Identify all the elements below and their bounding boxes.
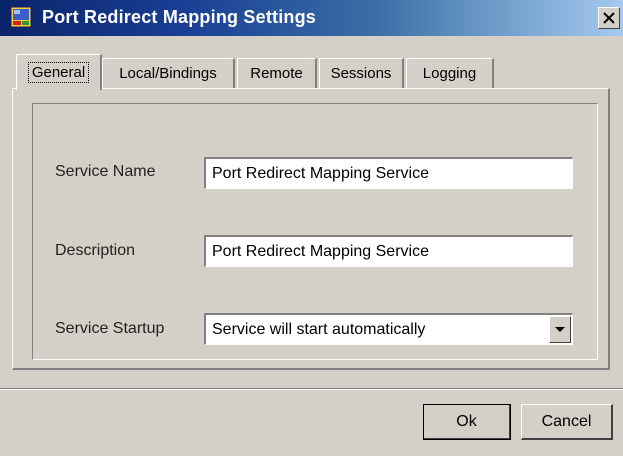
close-button[interactable] (598, 7, 620, 29)
app-window-icon (10, 6, 32, 28)
tab-logging[interactable]: Logging (406, 58, 494, 88)
settings-dialog: Port Redirect Mapping Settings General L… (0, 0, 623, 456)
service-name-field[interactable] (204, 157, 573, 189)
tab-general-label: General (27, 62, 90, 83)
ok-button[interactable]: Ok (423, 404, 511, 440)
dropdown-button[interactable] (549, 316, 571, 343)
tab-remote[interactable]: Remote (237, 58, 317, 88)
description-field[interactable] (204, 235, 573, 267)
description-label: Description (55, 242, 136, 259)
window-title: Port Redirect Mapping Settings (42, 7, 317, 27)
tab-logging-label: Logging (422, 65, 477, 82)
service-name-label: Service Name (55, 163, 156, 180)
footer-divider (0, 388, 623, 390)
tab-local-bindings[interactable]: Local/Bindings (102, 58, 235, 88)
tab-sessions[interactable]: Sessions (319, 58, 404, 88)
tab-remote-label: Remote (250, 65, 303, 82)
tab-local-bindings-label: Local/Bindings (119, 65, 217, 82)
title-bar[interactable]: Port Redirect Mapping Settings (0, 0, 623, 36)
service-startup-value: Service will start automatically (212, 321, 426, 338)
cancel-button[interactable]: Cancel (521, 404, 613, 440)
ok-button-label: Ok (456, 412, 477, 430)
tab-sessions-label: Sessions (330, 65, 392, 82)
close-icon (603, 12, 615, 24)
service-startup-label: Service Startup (55, 320, 165, 337)
cancel-button-label: Cancel (541, 412, 592, 430)
chevron-down-icon (555, 327, 565, 332)
tab-general[interactable]: General (16, 54, 102, 90)
service-startup-select[interactable]: Service will start automatically (204, 313, 573, 345)
